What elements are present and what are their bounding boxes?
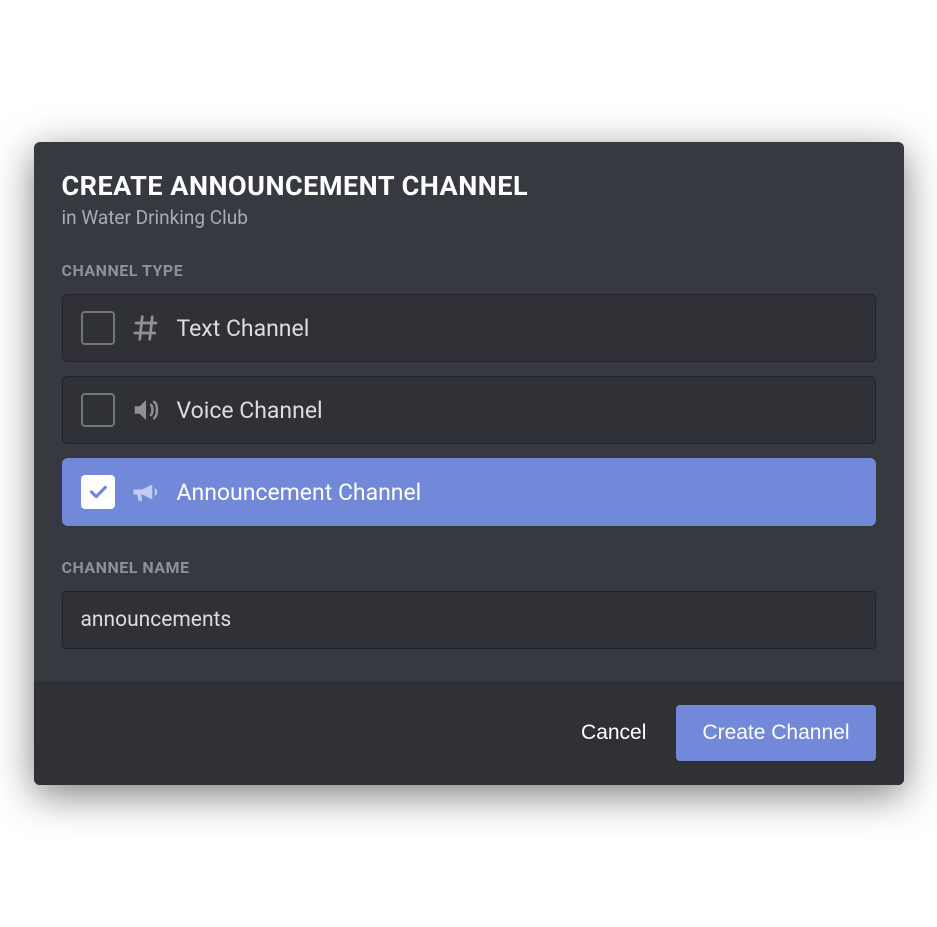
channel-type-label: CHANNEL TYPE (62, 261, 876, 280)
create-channel-modal: CREATE ANNOUNCEMENT CHANNEL in Water Dri… (34, 142, 904, 785)
checkbox-checked (81, 475, 115, 509)
checkbox-unchecked (81, 393, 115, 427)
channel-type-label-voice: Voice Channel (177, 397, 323, 424)
modal-subtitle: in Water Drinking Club (62, 206, 876, 229)
channel-type-text[interactable]: Text Channel (62, 294, 876, 362)
speaker-icon (129, 393, 163, 427)
channel-type-label-announcement: Announcement Channel (177, 479, 422, 506)
hash-icon (129, 311, 163, 345)
cancel-button[interactable]: Cancel (571, 707, 656, 759)
channel-name-input[interactable] (62, 591, 876, 649)
channel-name-label: CHANNEL NAME (62, 558, 876, 577)
channel-type-label-text: Text Channel (177, 315, 310, 342)
modal-content: CREATE ANNOUNCEMENT CHANNEL in Water Dri… (34, 142, 904, 681)
channel-type-announcement[interactable]: Announcement Channel (62, 458, 876, 526)
checkbox-unchecked (81, 311, 115, 345)
create-channel-button[interactable]: Create Channel (676, 705, 875, 761)
channel-type-voice[interactable]: Voice Channel (62, 376, 876, 444)
modal-footer: Cancel Create Channel (34, 681, 904, 785)
modal-title: CREATE ANNOUNCEMENT CHANNEL (62, 170, 876, 202)
megaphone-icon (129, 475, 163, 509)
